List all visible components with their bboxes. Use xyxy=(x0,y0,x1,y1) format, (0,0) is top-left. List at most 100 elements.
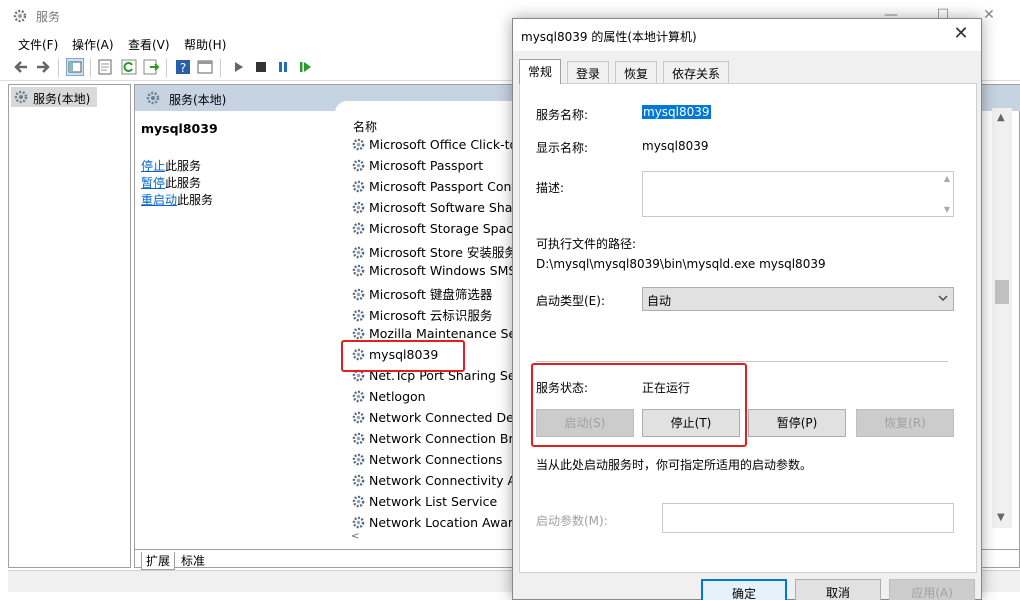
export-list-icon[interactable] xyxy=(142,58,160,76)
service-gear-icon xyxy=(351,158,366,173)
pause-service-link[interactable]: 暂停 xyxy=(141,176,165,190)
tab-standard[interactable]: 标准 xyxy=(177,552,209,569)
service-name: Network List Service xyxy=(369,494,498,509)
startup-type-value: 自动 xyxy=(647,294,672,308)
scroll-up-icon[interactable]: ▲ xyxy=(944,174,950,183)
service-name: Microsoft Windows SMS xyxy=(369,263,513,278)
selected-service-name: mysql8039 xyxy=(141,121,218,136)
action-suffix: 此服务 xyxy=(165,159,202,173)
service-name: Network Location Aware xyxy=(369,515,513,530)
dialog-close-button[interactable]: ✕ xyxy=(949,23,973,44)
tab-general[interactable]: 常规 xyxy=(519,59,562,84)
pause-button[interactable]: 暂停(P) xyxy=(748,409,846,437)
pause-icon[interactable] xyxy=(274,58,292,76)
general-tab-panel: 服务名称: mysql8039 显示名称: mysql8039 描述: ▲ ▼ … xyxy=(519,83,977,573)
toolbar-divider xyxy=(166,59,167,77)
services-gear-icon xyxy=(13,89,29,108)
service-name: Netlogon xyxy=(369,389,426,404)
table-row[interactable]: Microsoft Passport xyxy=(351,158,513,179)
ok-button[interactable]: 确定 xyxy=(701,579,787,600)
console-tree-icon[interactable] xyxy=(66,58,84,76)
forward-arrow-icon[interactable] xyxy=(34,58,52,76)
service-gear-icon xyxy=(351,473,366,488)
table-row[interactable]: Microsoft 云标识服务 xyxy=(351,305,513,326)
action-suffix: 此服务 xyxy=(177,193,214,207)
restart-service-link[interactable]: 重启动 xyxy=(141,193,177,207)
start-params-input[interactable] xyxy=(662,503,954,533)
column-header-name[interactable]: 名称 xyxy=(353,118,377,135)
display-name-value: mysql8039 xyxy=(642,139,709,153)
console-tree: 服务(本地) xyxy=(8,84,131,568)
menu-file[interactable]: 文件(F) xyxy=(18,36,58,53)
tab-logon[interactable]: 登录 xyxy=(567,61,610,83)
table-row[interactable]: Network Connection Bro xyxy=(351,431,513,452)
table-row[interactable]: Network Connected Dev xyxy=(351,410,513,431)
start-params-hint: 当从此处启动服务时，你可指定所适用的启动参数。 xyxy=(536,458,813,472)
service-gear-icon xyxy=(351,389,366,404)
table-row[interactable]: Microsoft Store 安装服务 xyxy=(351,242,513,263)
table-row[interactable]: Network List Service xyxy=(351,494,513,515)
service-name-value[interactable]: mysql8039 xyxy=(642,105,711,119)
table-row[interactable]: Microsoft 键盘筛选器 xyxy=(351,284,513,305)
action-suffix: 此服务 xyxy=(165,176,202,190)
table-row[interactable]: Microsoft Software Shad xyxy=(351,200,513,221)
stop-service-link[interactable]: 停止 xyxy=(141,159,165,173)
cancel-button[interactable]: 取消 xyxy=(795,579,881,600)
stop-icon[interactable] xyxy=(252,58,270,76)
service-gear-icon xyxy=(351,221,366,236)
description-label: 描述: xyxy=(536,181,565,195)
services-gear-icon xyxy=(12,8,28,27)
service-name: Mozilla Maintenance Ser xyxy=(369,326,513,341)
table-row[interactable]: Microsoft Windows SMS xyxy=(351,263,513,284)
scroll-thumb[interactable] xyxy=(995,280,1009,304)
menu-action[interactable]: 操作(A) xyxy=(72,36,114,53)
service-gear-icon xyxy=(351,452,366,467)
exe-path-value: D:\mysql\mysql8039\bin\mysqld.exe mysql8… xyxy=(536,257,826,271)
service-gear-icon xyxy=(351,287,366,302)
restart-icon[interactable] xyxy=(296,58,314,76)
table-row[interactable]: Microsoft Storage Space xyxy=(351,221,513,242)
scroll-down-icon[interactable]: ▼ xyxy=(944,205,950,214)
help-icon[interactable]: ? xyxy=(174,58,192,76)
start-params-label: 启动参数(M): xyxy=(536,514,608,528)
table-row[interactable]: Network Location Aware xyxy=(351,515,513,536)
startup-type-select[interactable]: 自动 xyxy=(642,287,954,311)
refresh-icon[interactable] xyxy=(120,58,138,76)
table-row[interactable]: Network Connections xyxy=(351,452,513,473)
table-row[interactable]: Network Connectivity As xyxy=(351,473,513,494)
tab-recovery[interactable]: 恢复 xyxy=(615,61,658,83)
toolbar-divider xyxy=(58,59,59,77)
show-hide-icon[interactable] xyxy=(196,58,214,76)
tab-extended[interactable]: 扩展 xyxy=(141,552,176,570)
vertical-scrollbar[interactable]: ▲ ▼ xyxy=(992,108,1012,528)
table-row[interactable]: Netlogon xyxy=(351,389,513,410)
service-name-label: 服务名称: xyxy=(536,108,589,122)
menu-help[interactable]: 帮助(H) xyxy=(184,36,226,53)
table-row[interactable]: Microsoft Passport Cont xyxy=(351,179,513,200)
pane-header-title: 服务(本地) xyxy=(169,93,227,107)
menu-view[interactable]: 查看(V) xyxy=(128,36,170,53)
service-name: Microsoft Store 安装服务 xyxy=(369,245,513,260)
table-row[interactable]: Microsoft Office Click-to xyxy=(351,137,513,158)
service-gear-icon xyxy=(351,494,366,509)
tab-dependencies[interactable]: 依存关系 xyxy=(663,61,730,83)
tree-item-services-local[interactable]: 服务(本地) xyxy=(11,87,97,107)
service-name: Network Connected Dev xyxy=(369,410,513,425)
service-gear-icon xyxy=(351,200,366,215)
service-name: Microsoft 云标识服务 xyxy=(369,308,493,323)
scroll-left-icon[interactable]: < xyxy=(351,531,359,542)
restart-action: 重启动此服务 xyxy=(141,191,213,208)
service-name: Network Connections xyxy=(369,452,503,467)
properties-icon[interactable] xyxy=(96,58,114,76)
scroll-down-icon[interactable]: ▼ xyxy=(997,512,1005,523)
scroll-up-icon[interactable]: ▲ xyxy=(997,112,1005,123)
service-name: Microsoft Software Shad xyxy=(369,200,513,215)
service-gear-icon xyxy=(351,137,366,152)
apply-button[interactable]: 应用(A) xyxy=(889,579,975,600)
back-arrow-icon[interactable] xyxy=(12,58,30,76)
properties-dialog: mysql8039 的属性(本地计算机) ✕ 常规 登录 恢复 依存关系 服务名… xyxy=(512,18,982,600)
service-gear-icon xyxy=(351,326,366,341)
start-play-icon[interactable] xyxy=(230,58,248,76)
resume-button[interactable]: 恢复(R) xyxy=(856,409,954,437)
description-field[interactable]: ▲ ▼ xyxy=(642,171,954,217)
